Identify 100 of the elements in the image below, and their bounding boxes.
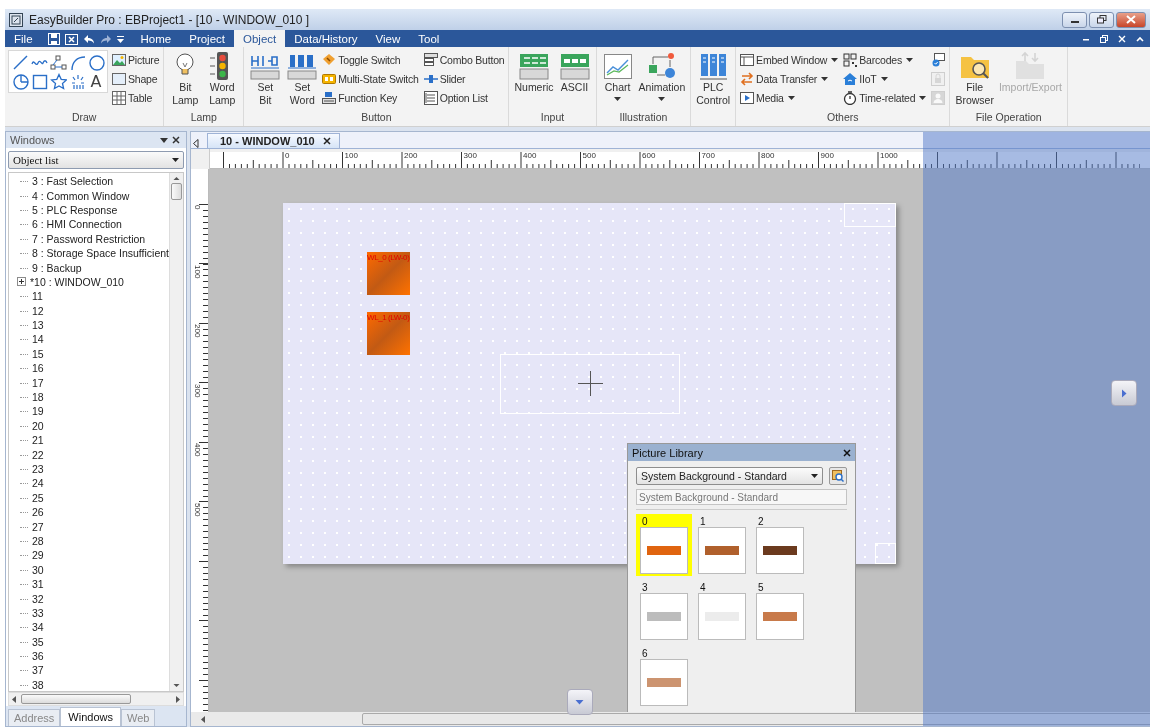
dock-bottom-button[interactable] [567, 689, 593, 715]
tree-item[interactable]: 18 [29, 391, 44, 404]
ribbon-button[interactable]: Combo Button [422, 50, 506, 69]
arc-icon[interactable] [68, 53, 86, 71]
ribbon-button[interactable]: IIoT [842, 69, 889, 88]
preview-button[interactable] [829, 467, 847, 485]
tree-item[interactable]: 37 [29, 664, 44, 677]
picture-thumbnail[interactable]: 0 [636, 514, 692, 576]
minimize-button[interactable] [1062, 11, 1087, 28]
ribbon-button[interactable]: Bit Lamp [167, 50, 204, 108]
ribbon-button[interactable]: Numeric [512, 50, 556, 95]
ribbon-button[interactable]: Picture [111, 50, 161, 69]
circle-icon[interactable] [87, 53, 105, 71]
tree-item[interactable]: 19 [29, 405, 44, 418]
ribbon-button[interactable]: PLC Control [694, 50, 733, 108]
scroll-thumb[interactable] [21, 694, 131, 704]
scroll-left-icon[interactable] [201, 715, 206, 723]
restore-icon[interactable] [1100, 34, 1108, 43]
square-icon[interactable] [30, 72, 48, 90]
tree-item[interactable]: 32 [29, 592, 44, 605]
tree-item[interactable]: 5 : PLC Response [29, 203, 118, 216]
ribbon-button[interactable]: File Browser [953, 50, 996, 108]
undo-icon[interactable] [82, 33, 95, 44]
dropdown-icon[interactable] [160, 137, 168, 143]
dock-right-button[interactable] [1111, 380, 1137, 406]
polyline-icon[interactable] [49, 53, 67, 71]
scroll-thumb[interactable] [171, 183, 182, 200]
tree-item[interactable]: 8 : Storage Space Insufficient [29, 247, 169, 260]
ribbon-tab[interactable]: View [366, 30, 410, 47]
pie-icon[interactable] [11, 72, 29, 90]
tree-item[interactable]: 28 [29, 534, 44, 547]
ribbon-button[interactable]: Word Lamp [204, 50, 241, 108]
ribbon-tab[interactable]: Project [180, 30, 234, 47]
line-icon[interactable] [11, 53, 29, 71]
tree-item[interactable]: 26 [29, 506, 44, 519]
ribbon-button[interactable]: Time-related [842, 88, 928, 107]
category-dropdown[interactable]: System Background - Standard [636, 467, 823, 485]
tree-item[interactable]: 25 [29, 491, 44, 504]
ribbon-button[interactable]: Chart [599, 50, 636, 102]
star-icon[interactable] [49, 72, 67, 90]
monitor-icon[interactable] [931, 52, 946, 67]
window-close-icon[interactable] [64, 32, 78, 45]
ribbon-tab[interactable]: Object [234, 30, 286, 47]
ribbon-button[interactable]: Function Key [321, 88, 399, 107]
scroll-left-icon[interactable] [193, 139, 199, 148]
tree-item[interactable]: 31 [29, 578, 44, 591]
tree-item[interactable]: 11 [29, 290, 43, 303]
tree-item[interactable]: 27 [29, 520, 44, 533]
expand-box[interactable] [17, 277, 26, 287]
collapse-ribbon-icon[interactable] [1136, 34, 1144, 43]
ribbon-button[interactable]: Animation [636, 50, 688, 102]
ribbon-button[interactable]: Barcodes [842, 50, 914, 69]
close-icon[interactable] [172, 136, 180, 144]
tree-item[interactable]: 4 : Common Window [29, 189, 130, 202]
ribbon-button[interactable]: Option List [422, 88, 489, 107]
close-icon[interactable] [322, 137, 331, 145]
tree-item[interactable]: 29 [29, 549, 44, 562]
tree-item[interactable]: 14 [29, 333, 44, 346]
scroll-thumb[interactable] [362, 713, 1150, 725]
file-menu[interactable]: File [5, 30, 42, 47]
close-button[interactable] [1116, 11, 1146, 28]
customize-icon[interactable] [116, 34, 124, 43]
tree-item[interactable]: 21 [29, 434, 44, 447]
ribbon-button[interactable]: Set Bit [247, 50, 284, 108]
tree-item[interactable]: 12 [29, 304, 44, 317]
save-icon[interactable] [47, 32, 60, 45]
document-tab[interactable]: 10 - WINDOW_010 [207, 133, 340, 148]
tree-item[interactable]: 16 [29, 362, 44, 375]
text-tool[interactable]: A [87, 72, 105, 90]
scrollbar[interactable] [169, 173, 183, 691]
tree-item[interactable]: 24 [29, 477, 44, 490]
panel-tab[interactable]: Windows [60, 707, 121, 726]
tree-item[interactable]: 20 [29, 419, 44, 432]
tree-item[interactable]: 35 [29, 635, 44, 648]
ribbon-button[interactable]: Table [111, 88, 154, 107]
ribbon-button[interactable]: Multi-State Switch [321, 69, 420, 88]
tree-item[interactable]: 15 [29, 347, 44, 360]
ribbon-button[interactable]: Embed Window [739, 50, 840, 69]
tree-item[interactable]: 9 : Backup [29, 261, 82, 274]
tree-item[interactable]: 23 [29, 463, 44, 475]
tree-item[interactable]: 22 [29, 448, 44, 461]
ribbon-button[interactable]: ASCII [556, 50, 593, 95]
ribbon-button[interactable]: Toggle Switch [321, 50, 402, 69]
ribbon-button[interactable]: Slider [422, 69, 467, 88]
ribbon-tab[interactable]: Tool [409, 30, 449, 47]
ribbon-button[interactable]: Set Word [284, 50, 321, 108]
tree-item[interactable]: 36 [29, 650, 44, 663]
scrollbar[interactable] [8, 692, 184, 706]
scroll-left-icon[interactable] [12, 695, 17, 703]
scrollbar[interactable] [191, 712, 1150, 726]
tree-item[interactable]: 34 [29, 621, 44, 634]
object-list-dropdown[interactable]: Object list [8, 151, 184, 169]
tree-item[interactable]: 17 [29, 376, 44, 389]
scroll-right-icon[interactable] [175, 695, 180, 703]
ribbon-button[interactable]: Media [739, 88, 796, 107]
tree-item[interactable]: 7 : Password Restriction [29, 232, 146, 245]
tree-item[interactable]: *10 : WINDOW_010 [27, 275, 124, 288]
restore-button[interactable] [1089, 11, 1114, 28]
close-icon[interactable] [843, 448, 851, 457]
tree-item[interactable]: 33 [29, 606, 44, 619]
